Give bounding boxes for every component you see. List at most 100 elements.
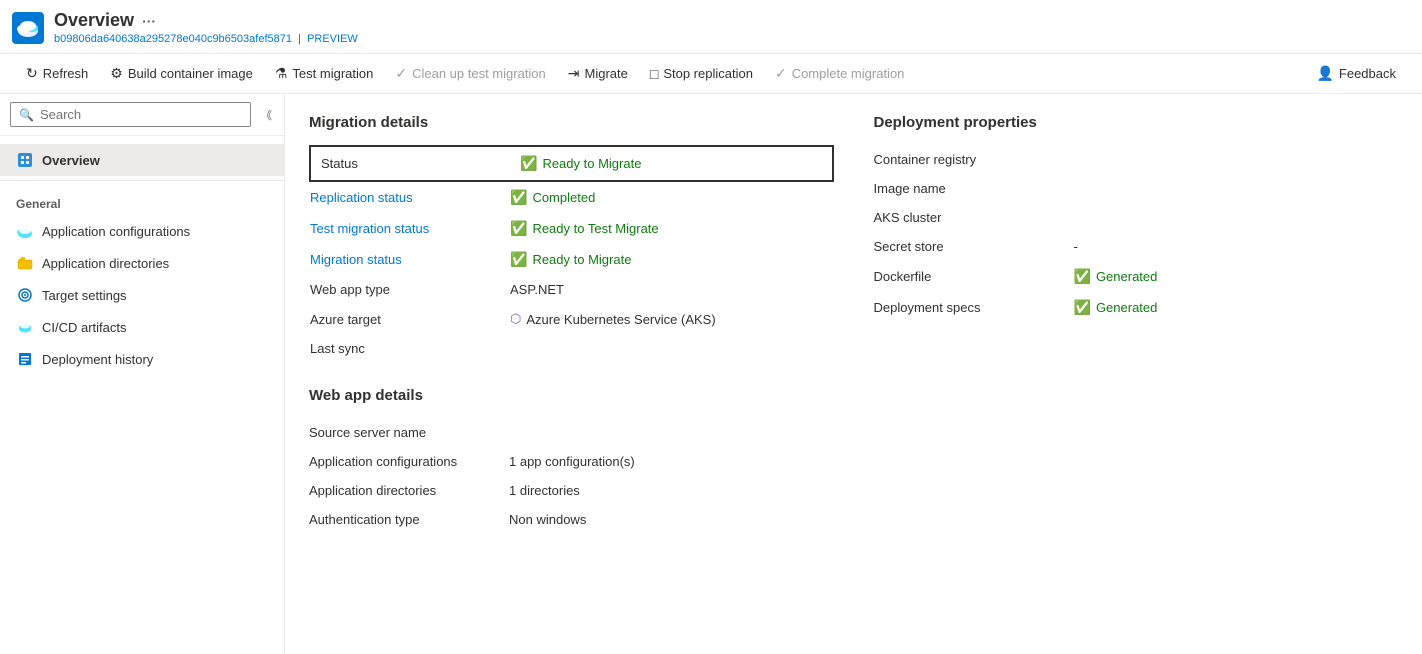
container-registry-row: Container registry xyxy=(874,145,1399,174)
replication-status-label[interactable]: Replication status xyxy=(310,181,510,213)
sidebar-item-target-settings[interactable]: Target settings xyxy=(0,279,284,311)
stop-replication-button[interactable]: □ Stop replication xyxy=(640,61,763,87)
replication-text: Completed xyxy=(532,190,595,205)
deployment-props-table: Container registry Image name AKS cluste… xyxy=(874,145,1399,323)
complete-label: Complete migration xyxy=(792,66,905,81)
refresh-icon: ↻ xyxy=(26,65,38,82)
overview-label: Overview xyxy=(42,153,100,168)
deployment-specs-row: Deployment specs ✅ Generated xyxy=(874,292,1399,323)
aks-cluster-label: AKS cluster xyxy=(874,203,1074,232)
test-label: Test migration xyxy=(292,66,373,81)
left-column: Migration details Status ✅ Ready to Migr… xyxy=(309,114,834,534)
search-area: 🔍 《 xyxy=(0,94,284,136)
migration-status-row: Migration status ✅ Ready to Migrate xyxy=(310,244,833,275)
app-dirs-detail-row: Application directories 1 directories xyxy=(309,476,834,505)
preview-link[interactable]: PREVIEW xyxy=(307,33,358,45)
title-group: Overview ··· b09806da640638a295278e040c9… xyxy=(54,10,358,45)
right-column: Deployment properties Container registry… xyxy=(874,114,1399,534)
clean-up-button[interactable]: ✓ Clean up test migration xyxy=(385,60,555,87)
test-migration-button[interactable]: ⚗ Test migration xyxy=(265,60,383,87)
title-text: Overview xyxy=(54,10,134,31)
feedback-label: Feedback xyxy=(1339,66,1396,81)
migration-status-value: ✅ Ready to Migrate xyxy=(510,244,833,275)
cleanup-label: Clean up test migration xyxy=(412,66,546,81)
toolbar: ↻ Refresh ⚙ Build container image ⚗ Test… xyxy=(0,54,1422,94)
sidebar-item-cicd[interactable]: CI/CD artifacts xyxy=(0,311,284,343)
azure-target-text: Azure Kubernetes Service (AKS) xyxy=(526,312,715,327)
app-configs-detail-value: 1 app configuration(s) xyxy=(509,447,834,476)
deployment-specs-check-icon: ✅ xyxy=(1074,299,1091,316)
sidebar: 🔍 《 Overview General Application configu… xyxy=(0,94,285,654)
app-dirs-detail-value: 1 directories xyxy=(509,476,834,505)
general-section-title: General xyxy=(0,185,284,215)
web-app-type-value: ASP.NET xyxy=(510,275,833,304)
feedback-icon: 👤 xyxy=(1316,65,1333,82)
web-app-details-title: Web app details xyxy=(309,387,834,404)
container-registry-label: Container registry xyxy=(874,145,1074,174)
auth-type-value: Non windows xyxy=(509,505,834,534)
azure-target-label: Azure target xyxy=(310,304,510,334)
refresh-label: Refresh xyxy=(43,66,89,81)
last-sync-value xyxy=(510,334,833,363)
stop-icon: □ xyxy=(650,66,658,82)
migration-status-label[interactable]: Migration status xyxy=(310,244,510,275)
collapse-sidebar-button[interactable]: 《 xyxy=(259,105,274,125)
cleanup-icon: ✓ xyxy=(395,65,407,82)
nav-divider xyxy=(0,180,284,181)
migration-status-check-icon: ✅ xyxy=(510,251,527,268)
refresh-button[interactable]: ↻ Refresh xyxy=(16,60,98,87)
secret-store-row: Secret store - xyxy=(874,232,1399,261)
deployment-specs-value: ✅ Generated xyxy=(1074,292,1399,323)
search-input[interactable] xyxy=(40,107,242,122)
aks-cluster-row: AKS cluster xyxy=(874,203,1399,232)
app-header: Overview ··· b09806da640638a295278e040c9… xyxy=(0,0,1422,54)
app-logo-icon xyxy=(12,12,44,44)
status-check-icon: ✅ xyxy=(520,155,537,172)
image-name-value xyxy=(1074,174,1399,203)
sidebar-item-deployment-history[interactable]: Deployment history xyxy=(0,343,284,375)
deployment-history-icon xyxy=(16,350,34,368)
overview-icon xyxy=(16,151,34,169)
dockerfile-row: Dockerfile ✅ Generated xyxy=(874,261,1399,292)
target-settings-label: Target settings xyxy=(42,288,127,303)
test-migration-check-icon: ✅ xyxy=(510,220,527,237)
dockerfile-check-icon: ✅ xyxy=(1074,268,1091,285)
test-icon: ⚗ xyxy=(275,65,288,82)
more-options-icon[interactable]: ··· xyxy=(142,13,156,29)
app-configs-detail-label: Application configurations xyxy=(309,447,509,476)
migrate-label: Migrate xyxy=(585,66,628,81)
status-value: ✅ Ready to Migrate xyxy=(510,146,833,181)
migrate-icon: ⇥ xyxy=(568,65,580,82)
complete-migration-button[interactable]: ✓ Complete migration xyxy=(765,60,914,87)
migrate-button[interactable]: ⇥ Migrate xyxy=(558,60,638,87)
deployment-specs-text: Generated xyxy=(1096,300,1157,315)
app-configs-icon xyxy=(16,222,34,240)
migration-details-title: Migration details xyxy=(309,114,834,131)
complete-icon: ✓ xyxy=(775,65,787,82)
subtitle-id: b09806da640638a295278e040c9b6503afef5871 xyxy=(54,33,292,45)
content-grid: Migration details Status ✅ Ready to Migr… xyxy=(309,114,1398,534)
azure-target-row: Azure target ⬡ Azure Kubernetes Service … xyxy=(310,304,833,334)
deployment-history-label: Deployment history xyxy=(42,352,153,367)
sidebar-item-app-dirs[interactable]: Application directories xyxy=(0,247,284,279)
feedback-button[interactable]: 👤 Feedback xyxy=(1306,60,1406,87)
web-app-details-table: Source server name Application configura… xyxy=(309,418,834,534)
app-configs-detail-row: Application configurations 1 app configu… xyxy=(309,447,834,476)
test-migration-text: Ready to Test Migrate xyxy=(532,221,658,236)
build-container-button[interactable]: ⚙ Build container image xyxy=(100,60,263,87)
sidebar-item-overview[interactable]: Overview xyxy=(0,144,284,176)
app-dirs-detail-label: Application directories xyxy=(309,476,509,505)
app-dirs-label: Application directories xyxy=(42,256,169,271)
sidebar-item-app-configs[interactable]: Application configurations xyxy=(0,215,284,247)
test-migration-value: ✅ Ready to Test Migrate xyxy=(510,213,833,244)
last-sync-label: Last sync xyxy=(310,334,510,363)
dockerfile-text: Generated xyxy=(1096,269,1157,284)
auth-type-row: Authentication type Non windows xyxy=(309,505,834,534)
replication-status-value: ✅ Completed xyxy=(510,181,833,213)
secret-store-value: - xyxy=(1074,232,1399,261)
build-icon: ⚙ xyxy=(110,65,123,82)
test-migration-label[interactable]: Test migration status xyxy=(310,213,510,244)
web-app-type-label: Web app type xyxy=(310,275,510,304)
app-dirs-icon xyxy=(16,254,34,272)
source-server-label: Source server name xyxy=(309,418,509,447)
